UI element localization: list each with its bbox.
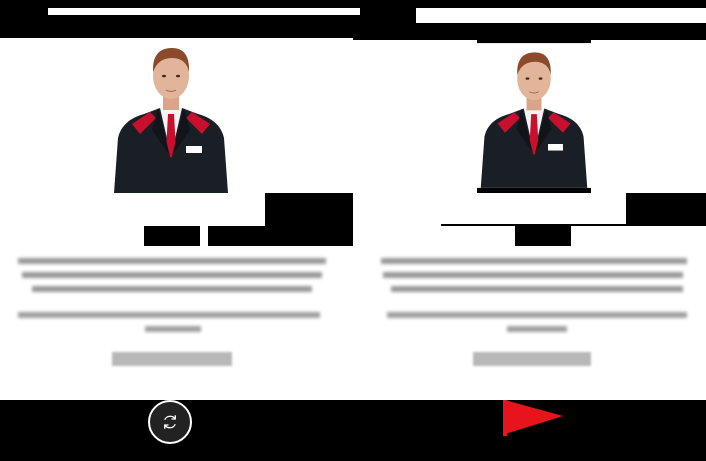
heading-block	[0, 193, 265, 226]
avatar	[477, 43, 591, 188]
portrait-frame	[591, 40, 706, 193]
refresh-icon	[164, 415, 176, 429]
avatar	[110, 38, 232, 193]
card-caption	[112, 352, 232, 366]
portrait-frame	[353, 40, 477, 193]
card-caption	[473, 352, 591, 366]
portrait-frame	[232, 38, 353, 193]
heading-block	[0, 226, 144, 246]
refresh-button[interactable]	[148, 400, 192, 444]
content-block	[353, 246, 706, 400]
heading-block	[200, 226, 208, 246]
portrait-frame	[0, 38, 110, 193]
card-left	[0, 0, 353, 461]
card-right	[353, 0, 706, 461]
heading-block	[353, 226, 515, 246]
heading-block	[571, 226, 706, 246]
heading-block	[353, 193, 626, 224]
content-block	[0, 246, 353, 400]
flag-icon[interactable]	[501, 398, 567, 438]
